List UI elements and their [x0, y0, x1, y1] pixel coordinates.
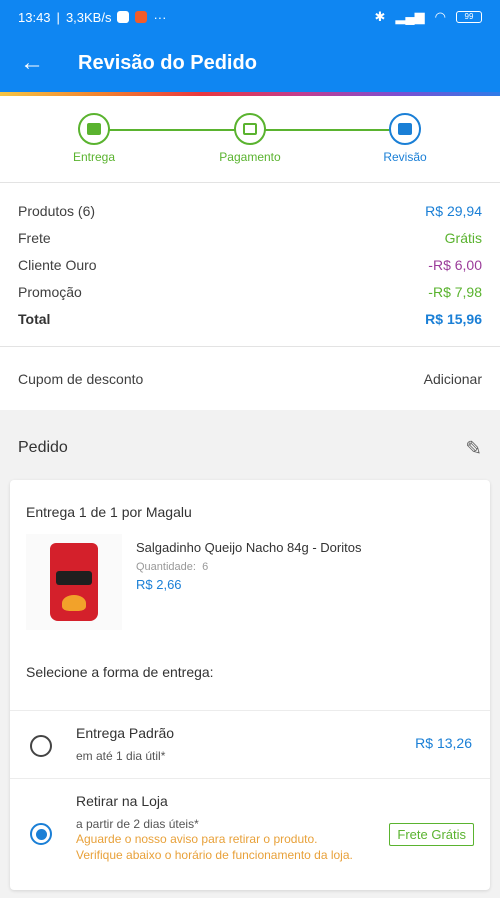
summary-label: Produtos (6) — [18, 202, 96, 219]
order-header: Pedido ✎ — [0, 410, 500, 486]
order-title: Pedido — [18, 439, 68, 456]
page-title: Revisão do Pedido — [78, 51, 257, 74]
summary-row-produtos: Produtos (6) R$ 29,94 — [18, 197, 482, 224]
app-bar: ← Revisão do Pedido — [0, 34, 500, 92]
order-card: Entrega 1 de 1 por Magalu Salgadinho Que… — [10, 480, 490, 890]
radio-unselected[interactable] — [30, 735, 52, 757]
notification-icon — [117, 11, 130, 23]
summary-label: Frete — [18, 229, 51, 246]
summary-value: -R$ 6,00 — [428, 256, 482, 273]
status-bar: 13:43 | 3,3KB/s ··· ✱ ▂▄▆ ◠ 99 — [0, 0, 500, 34]
delivery-option-padrao[interactable]: Entrega Padrão em até 1 dia útil* R$ 13,… — [10, 710, 490, 778]
step-entrega[interactable]: Entrega — [44, 113, 144, 164]
frete-gratis-badge: Frete Grátis — [389, 823, 474, 846]
product-item[interactable]: Salgadinho Queijo Nacho 84g - Doritos Qu… — [10, 534, 490, 630]
review-icon — [389, 113, 421, 145]
step-label: Entrega — [72, 150, 116, 164]
option-title: Entrega Padrão — [76, 725, 175, 741]
app-notification-icon — [135, 11, 148, 23]
status-time: 13:43 — [18, 9, 51, 25]
summary-total-value: R$ 15,96 — [425, 310, 482, 327]
delivery-heading: Entrega 1 de 1 por Magalu — [26, 504, 192, 520]
option-warning: Aguarde o nosso aviso para retirar o pro… — [76, 832, 353, 862]
summary-row-promocao: Promoção -R$ 7,98 — [18, 278, 482, 305]
coupon-row[interactable]: Cupom de desconto Adicionar — [0, 346, 500, 410]
coupon-label: Cupom de desconto — [18, 370, 144, 387]
summary-label: Total — [18, 310, 51, 327]
product-price: R$ 2,66 — [136, 577, 182, 592]
summary-label: Cliente Ouro — [18, 256, 97, 273]
bluetooth-icon: ✱ — [374, 9, 386, 24]
card-icon — [234, 113, 266, 145]
summary-value: -R$ 7,98 — [428, 283, 482, 300]
radio-selected[interactable] — [30, 823, 52, 845]
battery-icon: 99 — [456, 11, 482, 23]
add-coupon-button[interactable]: Adicionar — [424, 371, 482, 387]
summary-value: R$ 29,94 — [425, 202, 482, 219]
more-notifications-icon: ··· — [153, 9, 167, 25]
signal-icon: ▂▄▆ — [395, 9, 425, 24]
summary-row-frete: Frete Grátis — [18, 224, 482, 251]
product-name: Salgadinho Queijo Nacho 84g - Doritos — [136, 540, 362, 555]
step-revisao[interactable]: Revisão — [355, 113, 455, 164]
pencil-icon[interactable]: ✎ — [465, 436, 482, 461]
order-summary: Produtos (6) R$ 29,94 Frete Grátis Clien… — [0, 182, 500, 346]
summary-label: Promoção — [18, 283, 82, 300]
summary-row-total: Total R$ 15,96 — [18, 305, 482, 332]
option-subtitle: a partir de 2 dias úteis* — [76, 817, 199, 831]
arrow-left-icon[interactable]: ← — [20, 49, 50, 77]
summary-row-cliente-ouro: Cliente Ouro -R$ 6,00 — [18, 251, 482, 278]
delivery-select-title: Selecione a forma de entrega: — [26, 664, 214, 680]
option-title: Retirar na Loja — [76, 793, 168, 809]
status-speed: 3,3KB/s — [65, 9, 112, 25]
truck-icon — [78, 113, 110, 145]
option-subtitle: em até 1 dia útil* — [76, 749, 166, 763]
product-quantity: Quantidade: 6 — [136, 561, 209, 573]
option-price: R$ 13,26 — [415, 735, 472, 751]
step-label: Revisão — [383, 150, 427, 164]
summary-value: Grátis — [444, 229, 482, 246]
doritos-bag-image — [26, 534, 122, 630]
delivery-option-retirar[interactable]: Retirar na Loja a partir de 2 dias úteis… — [10, 778, 490, 898]
step-pagamento[interactable]: Pagamento — [200, 113, 300, 164]
wifi-icon: ◠ — [434, 9, 446, 24]
checkout-stepper: Entrega Pagamento Revisão — [0, 96, 500, 182]
step-label: Pagamento — [219, 150, 281, 164]
